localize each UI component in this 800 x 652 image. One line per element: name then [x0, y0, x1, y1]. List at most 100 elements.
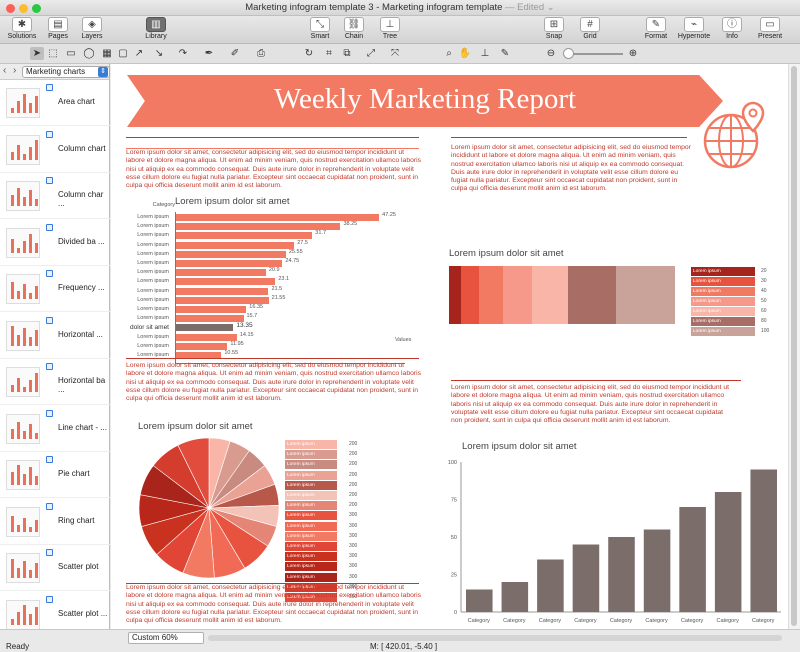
rectangle-tool-icon[interactable]: ▭	[64, 47, 78, 60]
vertical-scrollbar[interactable]	[788, 64, 800, 629]
zoom-slider-track[interactable]	[571, 53, 623, 55]
hbar-bar[interactable]	[176, 342, 228, 350]
marquee-tool-icon[interactable]: ⬚	[46, 47, 60, 60]
zoom-select[interactable]: Custom 60%	[128, 632, 204, 644]
hbar-bar[interactable]	[176, 306, 247, 313]
search-icon[interactable]: ⌕	[442, 47, 456, 60]
hand-tool-icon[interactable]: ✋	[458, 47, 472, 60]
hbar-bar[interactable]	[176, 241, 295, 249]
bezier-tool-icon[interactable]: ✐	[228, 47, 242, 60]
column-bar[interactable]	[750, 469, 777, 613]
column-bar[interactable]	[572, 544, 600, 613]
crop-tool-icon[interactable]: ⌗	[322, 47, 336, 60]
zoom-window-button[interactable]	[32, 4, 41, 13]
column-chart[interactable]: 0 25 50 75 100 Category Category Category Catego…	[441, 454, 786, 629]
hbar-bar[interactable]	[176, 278, 276, 286]
eyedropper-tool-icon[interactable]: ✎	[498, 47, 512, 60]
library-item-thumbnail	[6, 134, 40, 165]
stack-segment[interactable]	[460, 266, 479, 324]
report-banner[interactable]: Weekly Marketing Report	[127, 75, 723, 127]
text-tool-icon[interactable]: ▢	[116, 47, 130, 60]
zoom-in-icon[interactable]: ⊕	[626, 47, 640, 60]
pie-legend-entry: Lorem ipsum	[285, 440, 337, 449]
column-category-label: Category	[717, 618, 740, 624]
column-bar[interactable]	[501, 582, 529, 612]
library-item[interactable]: Scatter plot	[0, 545, 110, 591]
pie-chart[interactable]	[137, 436, 281, 580]
table-tool-icon[interactable]: ▦	[100, 47, 114, 60]
close-window-button[interactable]	[6, 4, 15, 13]
rotate-tool-icon[interactable]: ↻	[302, 47, 316, 60]
hbar-bar[interactable]	[176, 250, 286, 258]
library-header: ‹ › Marketing charts ⇕	[0, 64, 110, 80]
tree-button[interactable]: ⊥ Tree	[368, 17, 412, 40]
library-item[interactable]: Pie chart	[0, 452, 110, 498]
hbar-bar[interactable]	[176, 232, 313, 240]
layers-button[interactable]: ◈ Layers	[70, 17, 114, 40]
line-tool-icon[interactable]: ↗	[132, 47, 146, 60]
hbar-bar[interactable]	[176, 260, 283, 267]
stack-segment[interactable]	[478, 266, 503, 324]
stamp-tool-icon[interactable]: ⊥	[478, 47, 492, 60]
stack-segment[interactable]	[615, 266, 675, 324]
lorem-paragraph[interactable]: Lorem ipsum dolor sit amet, consectetur …	[126, 362, 422, 403]
thumbnail-bar	[23, 197, 26, 206]
arc-tool-icon[interactable]: ↷	[176, 47, 190, 60]
library-item[interactable]: Area chart	[0, 80, 110, 126]
zoom-out-icon[interactable]: ⊖	[544, 47, 558, 60]
lorem-paragraph[interactable]: Lorem ipsum dolor sit amet, consectetur …	[451, 384, 733, 425]
library-item[interactable]: Horizontal ...	[0, 313, 110, 359]
library-button[interactable]: ▥ Library	[134, 17, 178, 40]
align-tool-icon[interactable]: ⤢	[364, 47, 378, 60]
library-item[interactable]: Column char ...	[0, 173, 110, 219]
lorem-paragraph[interactable]: Lorem ipsum dolor sit amet, consectetur …	[451, 144, 691, 194]
document-canvas[interactable]: Weekly Marketing Report Lorem ipsum dolo…	[111, 64, 788, 629]
group-tool-icon[interactable]: ⧉	[340, 47, 354, 60]
column-bar[interactable]	[608, 537, 635, 612]
pointer-tool-icon[interactable]: ➤	[30, 47, 44, 60]
connector-tool-icon[interactable]: ↘	[152, 47, 166, 60]
library-item[interactable]: Horizontal ba ...	[0, 359, 110, 405]
minimize-window-button[interactable]	[19, 4, 28, 13]
library-item[interactable]: Line chart - ...	[0, 406, 110, 452]
present-button[interactable]: ▭ Present	[748, 17, 792, 40]
library-item[interactable]: Column chart	[0, 127, 110, 173]
hbar-bar[interactable]	[176, 223, 341, 231]
hbar-bar[interactable]	[176, 333, 237, 341]
column-bar[interactable]	[679, 507, 706, 612]
stack-segment[interactable]	[502, 266, 533, 324]
zoom-slider-knob[interactable]	[563, 48, 574, 59]
library-item[interactable]: Frequency ...	[0, 266, 110, 312]
lorem-paragraph[interactable]: Lorem ipsum dolor sit amet, consectetur …	[126, 584, 422, 625]
column-bar[interactable]	[643, 529, 671, 613]
chevron-left-icon[interactable]: ‹	[3, 65, 6, 76]
hbar-bar[interactable]	[176, 324, 234, 332]
hbar-bar[interactable]	[176, 287, 269, 295]
hbar-bar[interactable]	[176, 296, 269, 304]
hbar-bar[interactable]	[176, 269, 266, 277]
distribute-tool-icon[interactable]: ⤧	[388, 47, 402, 60]
stack-segment[interactable]	[532, 266, 568, 324]
note-tool-icon[interactable]: ⎙	[254, 47, 268, 60]
stack-legend-value: 20	[761, 268, 767, 274]
hbar-bar[interactable]	[176, 315, 244, 323]
ellipse-tool-icon[interactable]: ◯	[82, 47, 96, 60]
chevron-right-icon[interactable]: ›	[13, 65, 16, 76]
edited-indicator[interactable]: — Edited ⌄	[505, 2, 555, 13]
library-category-select[interactable]: Marketing charts ⇕	[22, 66, 110, 78]
hbar-category-label: Lorem ipsum	[137, 315, 169, 322]
vertical-scroll-thumb[interactable]	[791, 66, 797, 626]
library-item[interactable]: Ring chart	[0, 499, 110, 545]
hbar-bar[interactable]	[176, 214, 380, 221]
lorem-paragraph[interactable]: Lorem ipsum dolor sit amet, consectetur …	[126, 149, 422, 190]
horizontal-scrollbar[interactable]	[208, 635, 782, 641]
grid-button[interactable]: # Grid	[568, 17, 612, 40]
column-bar[interactable]	[466, 589, 493, 613]
stack-segment[interactable]	[567, 266, 616, 324]
pen-tool-icon[interactable]: ✒	[202, 47, 216, 60]
column-bar[interactable]	[537, 559, 564, 613]
column-bar[interactable]	[714, 492, 742, 612]
stack-segment[interactable]	[449, 266, 461, 324]
mouse-coordinates: M: [ 420.01, -5.40 ]	[370, 642, 438, 651]
library-item[interactable]: Divided ba ...	[0, 220, 110, 266]
